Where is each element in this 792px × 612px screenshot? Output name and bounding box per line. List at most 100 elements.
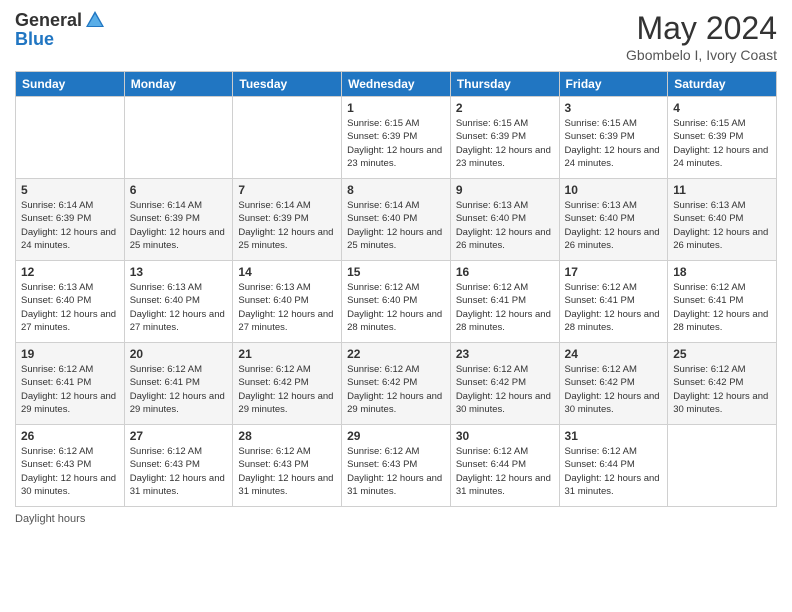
- day-info: Sunrise: 6:12 AM Sunset: 6:43 PM Dayligh…: [130, 445, 228, 498]
- day-info: Sunrise: 6:12 AM Sunset: 6:42 PM Dayligh…: [456, 363, 554, 416]
- day-info: Sunrise: 6:15 AM Sunset: 6:39 PM Dayligh…: [347, 117, 445, 170]
- day-number: 14: [238, 265, 336, 279]
- calendar-cell: 18 Sunrise: 6:12 AM Sunset: 6:41 PM Dayli…: [668, 261, 777, 343]
- day-number: 6: [130, 183, 228, 197]
- day-number: 1: [347, 101, 445, 115]
- calendar-cell: 26 Sunrise: 6:12 AM Sunset: 6:43 PM Dayli…: [16, 425, 125, 507]
- calendar-cell: 19 Sunrise: 6:12 AM Sunset: 6:41 PM Dayli…: [16, 343, 125, 425]
- day-info: Sunrise: 6:15 AM Sunset: 6:39 PM Dayligh…: [565, 117, 663, 170]
- day-number: 24: [565, 347, 663, 361]
- day-info: Sunrise: 6:12 AM Sunset: 6:44 PM Dayligh…: [456, 445, 554, 498]
- calendar-cell: 5Sunrise: 6:14 AM Sunset: 6:39 PM Daylig…: [16, 179, 125, 261]
- calendar-cell: 31 Sunrise: 6:12 AM Sunset: 6:44 PM Dayli…: [559, 425, 668, 507]
- calendar-cell: 8Sunrise: 6:14 AM Sunset: 6:40 PM Daylig…: [342, 179, 451, 261]
- calendar-cell: 28 Sunrise: 6:12 AM Sunset: 6:43 PM Dayli…: [233, 425, 342, 507]
- day-number: 28: [238, 429, 336, 443]
- col-header-wednesday: Wednesday: [342, 72, 451, 97]
- calendar-cell: 15 Sunrise: 6:12 AM Sunset: 6:40 PM Dayli…: [342, 261, 451, 343]
- day-info: Sunrise: 6:12 AM Sunset: 6:41 PM Dayligh…: [21, 363, 119, 416]
- calendar-cell: 23 Sunrise: 6:12 AM Sunset: 6:42 PM Dayli…: [450, 343, 559, 425]
- day-number: 11: [673, 183, 771, 197]
- page: General Blue May 2024 Gbombelo I, Ivory …: [0, 0, 792, 612]
- day-number: 18: [673, 265, 771, 279]
- day-number: 17: [565, 265, 663, 279]
- week-row-3: 12 Sunrise: 6:13 AM Sunset: 6:40 PM Dayli…: [16, 261, 777, 343]
- day-number: 30: [456, 429, 554, 443]
- day-number: 20: [130, 347, 228, 361]
- day-number: 7: [238, 183, 336, 197]
- day-info: Sunrise: 6:12 AM Sunset: 6:43 PM Dayligh…: [21, 445, 119, 498]
- day-number: 23: [456, 347, 554, 361]
- title-block: May 2024 Gbombelo I, Ivory Coast: [626, 10, 777, 63]
- calendar-cell: 1 Sunrise: 6:15 AM Sunset: 6:39 PM Daylig…: [342, 97, 451, 179]
- header-row: SundayMondayTuesdayWednesdayThursdayFrid…: [16, 72, 777, 97]
- day-info: Sunrise: 6:13 AM Sunset: 6:40 PM Dayligh…: [130, 281, 228, 334]
- day-info: Sunrise: 6:12 AM Sunset: 6:42 PM Dayligh…: [565, 363, 663, 416]
- day-info: Sunrise: 6:13 AM Sunset: 6:40 PM Dayligh…: [673, 199, 771, 252]
- day-info: Sunrise: 6:12 AM Sunset: 6:42 PM Dayligh…: [238, 363, 336, 416]
- day-info: Sunrise: 6:12 AM Sunset: 6:43 PM Dayligh…: [238, 445, 336, 498]
- day-number: 3: [565, 101, 663, 115]
- calendar-cell: 22 Sunrise: 6:12 AM Sunset: 6:42 PM Dayli…: [342, 343, 451, 425]
- logo-icon: [84, 9, 106, 31]
- day-info: Sunrise: 6:12 AM Sunset: 6:41 PM Dayligh…: [456, 281, 554, 334]
- col-header-sunday: Sunday: [16, 72, 125, 97]
- week-row-2: 5Sunrise: 6:14 AM Sunset: 6:39 PM Daylig…: [16, 179, 777, 261]
- col-header-friday: Friday: [559, 72, 668, 97]
- day-info: Sunrise: 6:13 AM Sunset: 6:40 PM Dayligh…: [565, 199, 663, 252]
- calendar-cell: [668, 425, 777, 507]
- day-number: 16: [456, 265, 554, 279]
- logo-general-text: General: [15, 10, 82, 31]
- logo: General Blue: [15, 10, 106, 50]
- day-info: Sunrise: 6:13 AM Sunset: 6:40 PM Dayligh…: [456, 199, 554, 252]
- day-number: 22: [347, 347, 445, 361]
- calendar-cell: 27 Sunrise: 6:12 AM Sunset: 6:43 PM Dayli…: [124, 425, 233, 507]
- day-number: 12: [21, 265, 119, 279]
- day-number: 2: [456, 101, 554, 115]
- day-info: Sunrise: 6:12 AM Sunset: 6:42 PM Dayligh…: [347, 363, 445, 416]
- col-header-tuesday: Tuesday: [233, 72, 342, 97]
- calendar-cell: 12Sunrise: 6:13 AM Sunset: 6:40 PM Dayli…: [16, 261, 125, 343]
- day-info: Sunrise: 6:15 AM Sunset: 6:39 PM Dayligh…: [456, 117, 554, 170]
- footer: Daylight hours: [15, 513, 777, 525]
- day-number: 27: [130, 429, 228, 443]
- day-info: Sunrise: 6:14 AM Sunset: 6:39 PM Dayligh…: [130, 199, 228, 252]
- calendar-cell: 9 Sunrise: 6:13 AM Sunset: 6:40 PM Daylig…: [450, 179, 559, 261]
- week-row-5: 26 Sunrise: 6:12 AM Sunset: 6:43 PM Dayli…: [16, 425, 777, 507]
- day-info: Sunrise: 6:14 AM Sunset: 6:40 PM Dayligh…: [347, 199, 445, 252]
- calendar-cell: 30 Sunrise: 6:12 AM Sunset: 6:44 PM Dayli…: [450, 425, 559, 507]
- day-number: 21: [238, 347, 336, 361]
- col-header-thursday: Thursday: [450, 72, 559, 97]
- day-number: 9: [456, 183, 554, 197]
- calendar-cell: 24 Sunrise: 6:12 AM Sunset: 6:42 PM Dayli…: [559, 343, 668, 425]
- day-info: Sunrise: 6:12 AM Sunset: 6:43 PM Dayligh…: [347, 445, 445, 498]
- day-info: Sunrise: 6:12 AM Sunset: 6:41 PM Dayligh…: [565, 281, 663, 334]
- day-number: 10: [565, 183, 663, 197]
- calendar-cell: 7 Sunrise: 6:14 AM Sunset: 6:39 PM Daylig…: [233, 179, 342, 261]
- day-number: 31: [565, 429, 663, 443]
- col-header-saturday: Saturday: [668, 72, 777, 97]
- calendar-table: SundayMondayTuesdayWednesdayThursdayFrid…: [15, 71, 777, 507]
- day-info: Sunrise: 6:12 AM Sunset: 6:44 PM Dayligh…: [565, 445, 663, 498]
- day-number: 26: [21, 429, 119, 443]
- day-info: Sunrise: 6:14 AM Sunset: 6:39 PM Dayligh…: [238, 199, 336, 252]
- calendar-cell: 10 Sunrise: 6:13 AM Sunset: 6:40 PM Dayli…: [559, 179, 668, 261]
- day-info: Sunrise: 6:12 AM Sunset: 6:42 PM Dayligh…: [673, 363, 771, 416]
- calendar-cell: 4Sunrise: 6:15 AM Sunset: 6:39 PM Daylig…: [668, 97, 777, 179]
- col-header-monday: Monday: [124, 72, 233, 97]
- month-year: May 2024: [626, 10, 777, 47]
- calendar-cell: 3 Sunrise: 6:15 AM Sunset: 6:39 PM Daylig…: [559, 97, 668, 179]
- day-info: Sunrise: 6:12 AM Sunset: 6:40 PM Dayligh…: [347, 281, 445, 334]
- calendar-cell: 16 Sunrise: 6:12 AM Sunset: 6:41 PM Dayli…: [450, 261, 559, 343]
- daylight-label: Daylight hours: [15, 513, 85, 525]
- calendar-cell: [124, 97, 233, 179]
- location: Gbombelo I, Ivory Coast: [626, 47, 777, 63]
- calendar-cell: [16, 97, 125, 179]
- calendar-cell: 21 Sunrise: 6:12 AM Sunset: 6:42 PM Dayli…: [233, 343, 342, 425]
- day-info: Sunrise: 6:12 AM Sunset: 6:41 PM Dayligh…: [673, 281, 771, 334]
- day-number: 19: [21, 347, 119, 361]
- calendar-cell: 6 Sunrise: 6:14 AM Sunset: 6:39 PM Daylig…: [124, 179, 233, 261]
- day-number: 15: [347, 265, 445, 279]
- week-row-4: 19 Sunrise: 6:12 AM Sunset: 6:41 PM Dayli…: [16, 343, 777, 425]
- day-number: 13: [130, 265, 228, 279]
